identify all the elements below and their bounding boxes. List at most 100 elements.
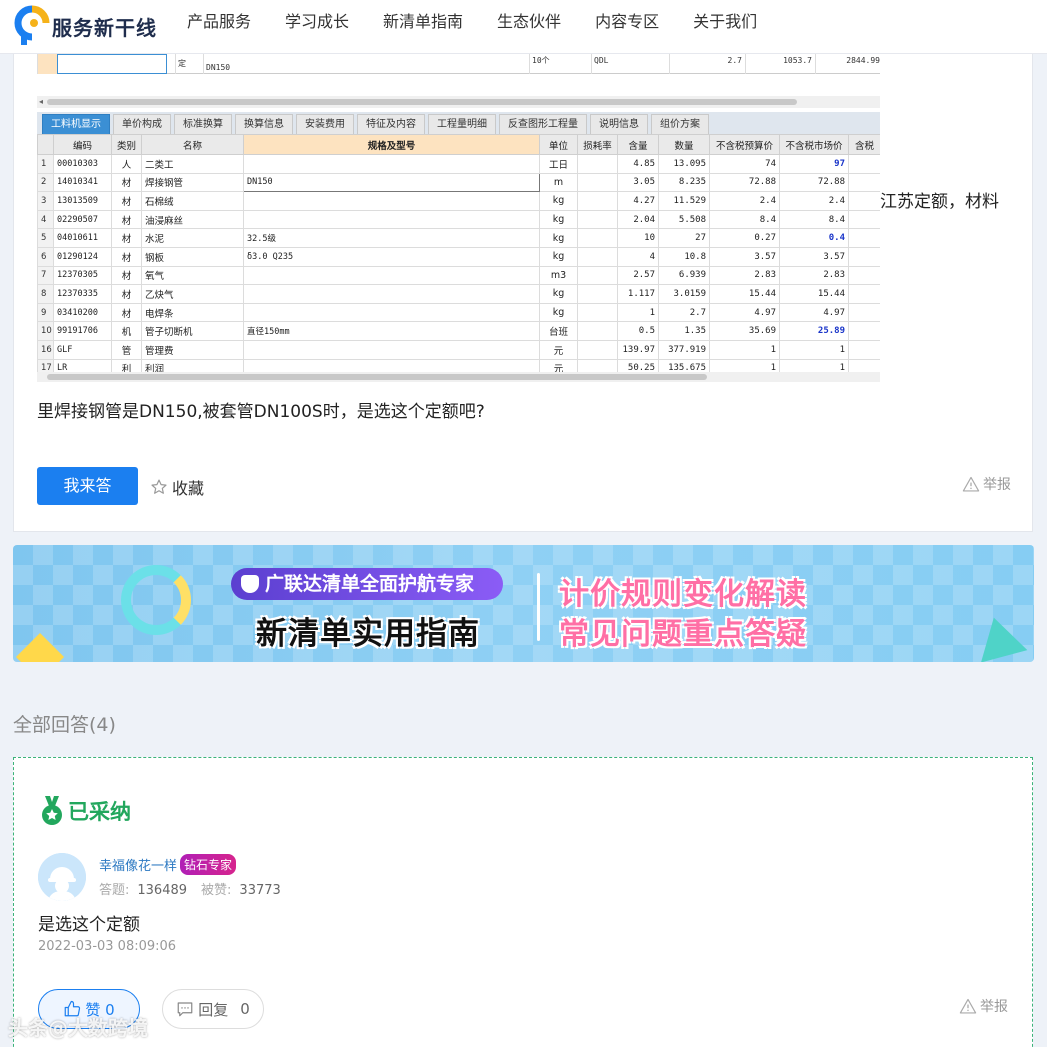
tab-pricing-plan[interactable]: 组价方案 bbox=[651, 114, 709, 134]
nav-learning[interactable]: 学习成长 bbox=[285, 0, 349, 44]
cell-unit[interactable]: kg bbox=[539, 246, 578, 267]
cell-tax[interactable] bbox=[848, 302, 880, 323]
cell-market-price[interactable]: 8.4 bbox=[779, 209, 849, 230]
tab-conversion-info[interactable]: 换算信息 bbox=[235, 114, 293, 134]
table-row[interactable]: 9 03410200 材电焊条 kg 1 2.7 4.97 4.97 bbox=[37, 302, 880, 323]
cell-content[interactable]: 4.85 bbox=[617, 154, 659, 174]
cell-tax[interactable] bbox=[848, 265, 880, 286]
cell-code[interactable]: 12370335 bbox=[53, 284, 112, 304]
cell-quantity[interactable]: 10.8 bbox=[658, 246, 710, 267]
cell-loss[interactable] bbox=[577, 172, 618, 193]
tab-quantity-detail[interactable]: 工程量明细 bbox=[428, 114, 496, 134]
table-row[interactable]: 5 04010611 材水泥 32.5级 kg 10 27 0.27 0.4 bbox=[37, 228, 880, 248]
row-number[interactable]: 10 bbox=[37, 321, 54, 341]
cell-market-price[interactable]: 25.89 bbox=[779, 321, 849, 341]
cell-content[interactable]: 1.117 bbox=[617, 284, 659, 304]
cell-budget-price[interactable]: 3.57 bbox=[709, 246, 780, 267]
col-loss[interactable]: 损耗率 bbox=[577, 134, 618, 155]
grid-scrollbar[interactable] bbox=[37, 372, 880, 382]
cell-category[interactable]: 材 bbox=[111, 302, 142, 323]
table-row[interactable]: 10 99191706 机管子切断机 直径150mm 台班 0.5 1.35 35.69 25.… bbox=[37, 321, 880, 341]
col-category[interactable]: 类别 bbox=[111, 134, 142, 155]
horizontal-scrollbar[interactable]: ◂ bbox=[37, 96, 880, 108]
cell-budget-price[interactable]: 0.27 bbox=[709, 228, 780, 248]
tab-notes[interactable]: 说明信息 bbox=[590, 114, 648, 134]
table-row[interactable]: 8 12370335 材乙炔气 kg 1.117 3.0159 15.44 15.44 bbox=[37, 284, 880, 304]
cell-market-price[interactable]: 0.4 bbox=[779, 228, 849, 248]
cell-budget-price[interactable]: 72.88 bbox=[709, 172, 780, 193]
cell-code[interactable]: 01290124 bbox=[53, 246, 112, 267]
table-row[interactable]: 16 GLF 管管理费元 139.97 377.919 1 1 bbox=[37, 339, 880, 360]
cell-unit[interactable]: 元 bbox=[539, 339, 578, 360]
cell-category[interactable]: 人 bbox=[111, 154, 142, 174]
col-code[interactable]: 编码 bbox=[53, 134, 112, 155]
cell-spec[interactable] bbox=[243, 265, 540, 286]
cell-tax[interactable] bbox=[848, 339, 880, 360]
cell-tax[interactable] bbox=[848, 228, 880, 248]
cell-code[interactable]: GLF bbox=[53, 339, 112, 360]
cell-market-price[interactable]: 2.4 bbox=[779, 191, 849, 211]
cell-unit[interactable]: kg bbox=[539, 228, 578, 248]
cell-spec[interactable] bbox=[243, 284, 540, 304]
cell-name[interactable]: 油浸麻丝 bbox=[141, 209, 244, 230]
cell-market-price[interactable]: 2.83 bbox=[779, 265, 849, 286]
cell-unit[interactable]: kg bbox=[539, 284, 578, 304]
cell-unit[interactable]: m3 bbox=[539, 265, 578, 286]
cell-name[interactable]: 乙炔气 bbox=[141, 284, 244, 304]
cell-content[interactable]: 0.5 bbox=[617, 321, 659, 341]
answer-username[interactable]: 幸福像花一样 钻石专家 bbox=[99, 854, 237, 875]
table-row[interactable]: 7 12370305 材氧气 m3 2.57 6.939 2.83 2.83 bbox=[37, 265, 880, 286]
cell-category[interactable]: 机 bbox=[111, 321, 142, 341]
cell-category[interactable]: 材 bbox=[111, 191, 142, 211]
cell-code[interactable]: 99191706 bbox=[53, 321, 112, 341]
cell-content[interactable]: 1 bbox=[617, 302, 659, 323]
col-content[interactable]: 含量 bbox=[617, 134, 659, 155]
cell-unit[interactable]: kg bbox=[539, 209, 578, 230]
cell-spec[interactable] bbox=[243, 209, 540, 230]
col-name[interactable]: 名称 bbox=[141, 134, 244, 155]
cell-quantity[interactable]: 8.235 bbox=[658, 172, 710, 193]
cell-spec[interactable] bbox=[243, 339, 540, 360]
cell-name[interactable]: 焊接钢管 bbox=[141, 172, 244, 193]
cell-quantity[interactable]: 6.939 bbox=[658, 265, 710, 286]
cell-unit[interactable]: kg bbox=[539, 302, 578, 323]
cell-category[interactable]: 管 bbox=[111, 339, 142, 360]
cell-loss[interactable] bbox=[577, 228, 618, 248]
row-number[interactable]: 6 bbox=[37, 246, 54, 267]
cell-name[interactable]: 钢板 bbox=[141, 246, 244, 267]
cell-spec[interactable]: 32.5级 bbox=[243, 228, 540, 248]
cell-market-price[interactable]: 72.88 bbox=[779, 172, 849, 193]
row-number[interactable]: 5 bbox=[37, 228, 54, 248]
row-number[interactable]: 9 bbox=[37, 302, 54, 323]
cell-loss[interactable] bbox=[577, 154, 618, 174]
col-spec[interactable]: 规格及型号 bbox=[243, 134, 540, 155]
col-budget-price[interactable]: 不含税预算价 bbox=[709, 134, 780, 155]
cell-budget-price[interactable]: 35.69 bbox=[709, 321, 780, 341]
cell-content[interactable]: 3.05 bbox=[617, 172, 659, 193]
table-row[interactable]: 3 13013509 材石棉绒 kg 4.27 11.529 2.4 2.4 bbox=[37, 191, 880, 211]
cell-name[interactable]: 氧气 bbox=[141, 265, 244, 286]
cell-loss[interactable] bbox=[577, 321, 618, 341]
row-number[interactable]: 1 bbox=[37, 154, 54, 174]
table-row[interactable]: 1 00010303 人二类工 工日 4.85 13.095 74 97 bbox=[37, 154, 880, 174]
cell-loss[interactable] bbox=[577, 302, 618, 323]
nav-about[interactable]: 关于我们 bbox=[693, 0, 757, 44]
table-row[interactable]: 6 01290124 材钢板 δ3.0 Q235 kg 4 10.8 3.57 3.57 bbox=[37, 246, 880, 267]
cell-spec[interactable]: DN150 bbox=[243, 172, 540, 193]
cell-tax[interactable] bbox=[848, 284, 880, 304]
cell-name[interactable]: 水泥 bbox=[141, 228, 244, 248]
cell-spec[interactable] bbox=[243, 191, 540, 211]
cell-content[interactable]: 4.27 bbox=[617, 191, 659, 211]
cell-budget-price[interactable]: 4.97 bbox=[709, 302, 780, 323]
cell-unit[interactable]: kg bbox=[539, 191, 578, 211]
cell-tax[interactable] bbox=[848, 321, 880, 341]
cell-market-price[interactable]: 1 bbox=[779, 339, 849, 360]
cell-name[interactable]: 电焊条 bbox=[141, 302, 244, 323]
cell-loss[interactable] bbox=[577, 209, 618, 230]
cell-content[interactable]: 4 bbox=[617, 246, 659, 267]
cell-tax[interactable] bbox=[848, 246, 880, 267]
table-row[interactable]: 4 02290507 材油浸麻丝 kg 2.04 5.508 8.4 8.4 bbox=[37, 209, 880, 230]
row-number[interactable]: 2 bbox=[37, 172, 54, 193]
cell-budget-price[interactable]: 74 bbox=[709, 154, 780, 174]
cell-code[interactable]: 14010341 bbox=[53, 172, 112, 193]
